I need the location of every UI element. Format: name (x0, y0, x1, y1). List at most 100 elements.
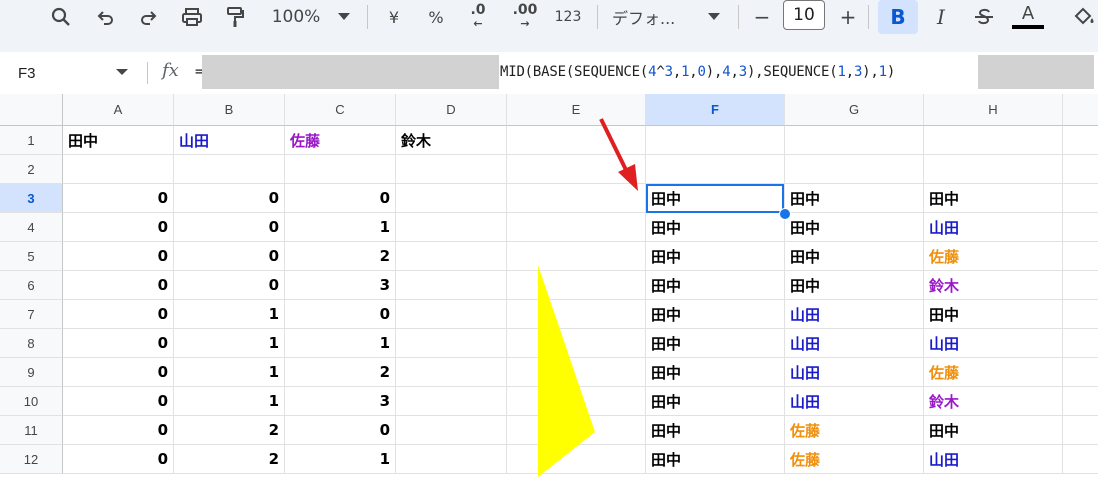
redo-icon[interactable] (136, 3, 162, 31)
cell-a5[interactable]: 0 (63, 242, 174, 271)
cell-g4[interactable]: 田中 (785, 213, 924, 242)
cell-a8[interactable]: 0 (63, 329, 174, 358)
font-chevron-down-icon[interactable] (706, 3, 722, 31)
name-box[interactable]: F3 (0, 52, 142, 94)
print-icon[interactable] (178, 3, 206, 31)
cell-a12[interactable]: 0 (63, 445, 174, 474)
cell-i6[interactable] (1063, 271, 1098, 300)
cell-g7[interactable]: 山田 (785, 300, 924, 329)
row-header-6[interactable]: 6 (0, 271, 63, 300)
fill-handle[interactable] (779, 208, 791, 220)
font-size-decrease-icon[interactable]: − (752, 3, 772, 31)
cell-i4[interactable] (1063, 213, 1098, 242)
column-header-a[interactable]: A (63, 94, 174, 126)
strikethrough-icon[interactable] (970, 3, 998, 31)
cell-b2[interactable] (174, 155, 285, 184)
column-header-e[interactable]: E (507, 94, 646, 126)
font-select[interactable]: デフォ... (612, 3, 694, 31)
row-header-1[interactable]: 1 (0, 126, 63, 155)
cell-g3[interactable]: 田中 (785, 184, 924, 213)
cell-d9[interactable] (396, 358, 507, 387)
cell-e8[interactable] (507, 329, 646, 358)
cell-e11[interactable] (507, 416, 646, 445)
cell-d1[interactable]: 鈴木 (396, 126, 507, 155)
cell-f5[interactable]: 田中 (646, 242, 785, 271)
cell-h1[interactable] (924, 126, 1063, 155)
cell-h9[interactable]: 佐藤 (924, 358, 1063, 387)
cell-c9[interactable]: 2 (285, 358, 396, 387)
column-header-f[interactable]: F (646, 94, 785, 126)
cell-i10[interactable] (1063, 387, 1098, 416)
cell-d2[interactable] (396, 155, 507, 184)
cell-b4[interactable]: 0 (174, 213, 285, 242)
cell-c2[interactable] (285, 155, 396, 184)
font-size-increase-icon[interactable]: + (838, 3, 858, 31)
cell-a4[interactable]: 0 (63, 213, 174, 242)
cell-a9[interactable]: 0 (63, 358, 174, 387)
row-header-12[interactable]: 12 (0, 445, 63, 474)
cell-d10[interactable] (396, 387, 507, 416)
text-color-button[interactable]: A (1012, 3, 1044, 31)
cell-f2[interactable] (646, 155, 785, 184)
cell-e7[interactable] (507, 300, 646, 329)
row-header-11[interactable]: 11 (0, 416, 63, 445)
cell-f10[interactable]: 田中 (646, 387, 785, 416)
cell-b7[interactable]: 1 (174, 300, 285, 329)
cell-c8[interactable]: 1 (285, 329, 396, 358)
cell-i8[interactable] (1063, 329, 1098, 358)
bold-button[interactable]: B (878, 0, 918, 34)
cell-a10[interactable]: 0 (63, 387, 174, 416)
percent-button[interactable]: % (424, 3, 448, 31)
cell-h10[interactable]: 鈴木 (924, 387, 1063, 416)
cell-f7[interactable]: 田中 (646, 300, 785, 329)
column-header-h[interactable]: H (924, 94, 1063, 126)
search-icon[interactable] (48, 3, 74, 31)
cell-h12[interactable]: 山田 (924, 445, 1063, 474)
cell-b10[interactable]: 1 (174, 387, 285, 416)
fill-color-icon[interactable] (1070, 3, 1098, 31)
undo-icon[interactable] (92, 3, 118, 31)
cell-d11[interactable] (396, 416, 507, 445)
cell-i12[interactable] (1063, 445, 1098, 474)
cell-a3[interactable]: 0 (63, 184, 174, 213)
cell-i9[interactable] (1063, 358, 1098, 387)
cell-d8[interactable] (396, 329, 507, 358)
row-header-7[interactable]: 7 (0, 300, 63, 329)
cell-f1[interactable] (646, 126, 785, 155)
cell-b3[interactable]: 0 (174, 184, 285, 213)
row-header-5[interactable]: 5 (0, 242, 63, 271)
cell-h11[interactable]: 田中 (924, 416, 1063, 445)
cell-e6[interactable] (507, 271, 646, 300)
zoom-chevron-down-icon[interactable] (336, 3, 352, 31)
cell-a7[interactable]: 0 (63, 300, 174, 329)
row-header-9[interactable]: 9 (0, 358, 63, 387)
increase-decimal-button[interactable]: .00 → (508, 3, 542, 31)
cell-c11[interactable]: 0 (285, 416, 396, 445)
row-header-8[interactable]: 8 (0, 329, 63, 358)
cell-d5[interactable] (396, 242, 507, 271)
row-header-2[interactable]: 2 (0, 155, 63, 184)
cell-c12[interactable]: 1 (285, 445, 396, 474)
cell-d6[interactable] (396, 271, 507, 300)
column-header-b[interactable]: B (174, 94, 285, 126)
cell-g12[interactable]: 佐藤 (785, 445, 924, 474)
selected-cell-outline[interactable] (646, 184, 784, 213)
cell-g6[interactable]: 田中 (785, 271, 924, 300)
cell-d4[interactable] (396, 213, 507, 242)
cell-f4[interactable]: 田中 (646, 213, 785, 242)
column-header-d[interactable]: D (396, 94, 507, 126)
font-size-input[interactable]: 10 (783, 0, 825, 30)
cell-i5[interactable] (1063, 242, 1098, 271)
currency-button[interactable]: ¥ (382, 3, 406, 31)
cell-h8[interactable]: 山田 (924, 329, 1063, 358)
zoom-select[interactable]: 100% (266, 3, 326, 31)
column-header-c[interactable]: C (285, 94, 396, 126)
cell-f6[interactable]: 田中 (646, 271, 785, 300)
cell-e1[interactable] (507, 126, 646, 155)
cell-e12[interactable] (507, 445, 646, 474)
cell-i3[interactable] (1063, 184, 1098, 213)
cell-b11[interactable]: 2 (174, 416, 285, 445)
cell-d7[interactable] (396, 300, 507, 329)
decrease-decimal-button[interactable]: .0 ← (462, 3, 494, 31)
italic-button[interactable]: I (928, 3, 954, 31)
